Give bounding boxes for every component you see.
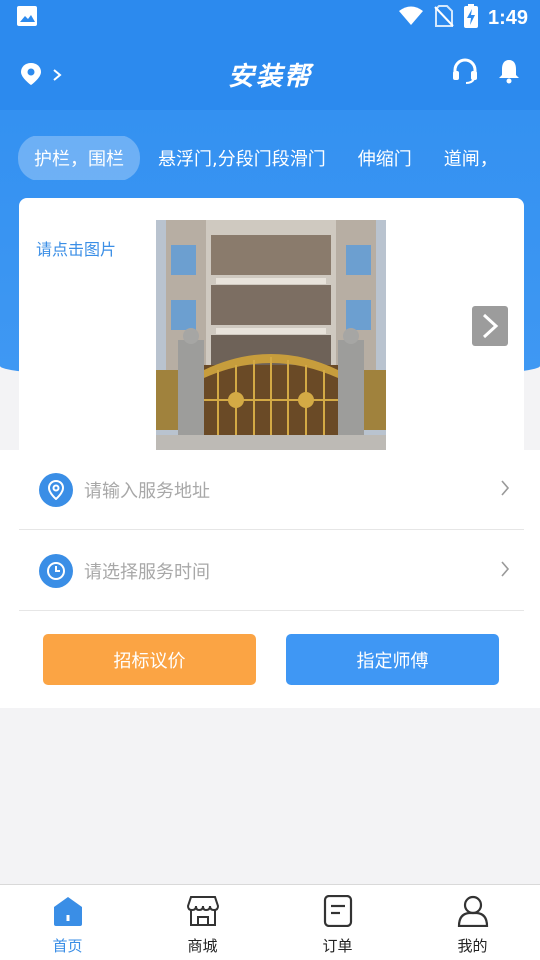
- bell-notification-icon[interactable]: [498, 58, 520, 88]
- tab-suspension-door[interactable]: 悬浮门,分段门段滑门: [144, 136, 340, 180]
- clock-circle-icon: [39, 553, 73, 588]
- service-form: 请输入服务地址 请选择服务时间 招标议价 指定师傅: [0, 450, 540, 708]
- app-bar: 安装帮: [0, 44, 540, 104]
- order-icon: [321, 894, 355, 931]
- nav-orders-label: 订单: [322, 937, 353, 955]
- tab-barrier-gate[interactable]: 道闸，: [430, 136, 512, 180]
- wifi-icon: [398, 6, 424, 30]
- shop-icon: [186, 895, 220, 931]
- clock: 1:49: [487, 6, 528, 29]
- location-selector[interactable]: [20, 62, 62, 90]
- nav-home-label: 首页: [52, 937, 83, 955]
- product-card: 请点击图片: [19, 198, 524, 458]
- assign-master-button[interactable]: 指定师傅: [286, 634, 499, 685]
- home-icon: [51, 895, 85, 931]
- bid-negotiation-button[interactable]: 招标议价: [43, 634, 256, 685]
- nav-shop[interactable]: 商城: [135, 885, 270, 960]
- nav-orders[interactable]: 订单: [270, 885, 405, 960]
- bottom-nav: 首页 商城 订单 我的: [0, 884, 540, 960]
- gate-photo[interactable]: [156, 220, 386, 450]
- battery-charging-icon: [463, 4, 478, 32]
- customer-service-headset-icon[interactable]: [452, 58, 478, 88]
- chevron-right-icon: [500, 560, 510, 582]
- time-row[interactable]: 请选择服务时间: [19, 531, 524, 611]
- chevron-right-icon: [52, 67, 62, 86]
- no-sim-icon: [434, 5, 454, 31]
- nav-home[interactable]: 首页: [0, 885, 135, 960]
- user-icon: [456, 895, 490, 931]
- location-pin-icon: [20, 62, 42, 90]
- gallery-notification-icon: [16, 5, 38, 31]
- tab-guardrail[interactable]: 护栏，围栏: [18, 136, 140, 180]
- tab-retractable-door[interactable]: 伸缩门: [344, 136, 426, 180]
- address-row[interactable]: 请输入服务地址: [19, 450, 524, 530]
- time-input[interactable]: 请选择服务时间: [84, 558, 500, 584]
- nav-profile[interactable]: 我的: [405, 885, 540, 960]
- location-circle-icon: [39, 472, 73, 507]
- status-bar: 1:49: [0, 0, 540, 36]
- nav-profile-label: 我的: [457, 937, 488, 955]
- chevron-right-icon: [500, 479, 510, 501]
- click-image-hint: 请点击图片: [36, 240, 117, 259]
- category-tabs: 护栏，围栏 悬浮门,分段门段滑门 伸缩门 道闸，: [0, 136, 540, 180]
- address-input[interactable]: 请输入服务地址: [84, 477, 500, 503]
- next-image-button[interactable]: [472, 306, 508, 346]
- nav-shop-label: 商城: [187, 937, 218, 955]
- app-title: 安装帮: [227, 61, 312, 92]
